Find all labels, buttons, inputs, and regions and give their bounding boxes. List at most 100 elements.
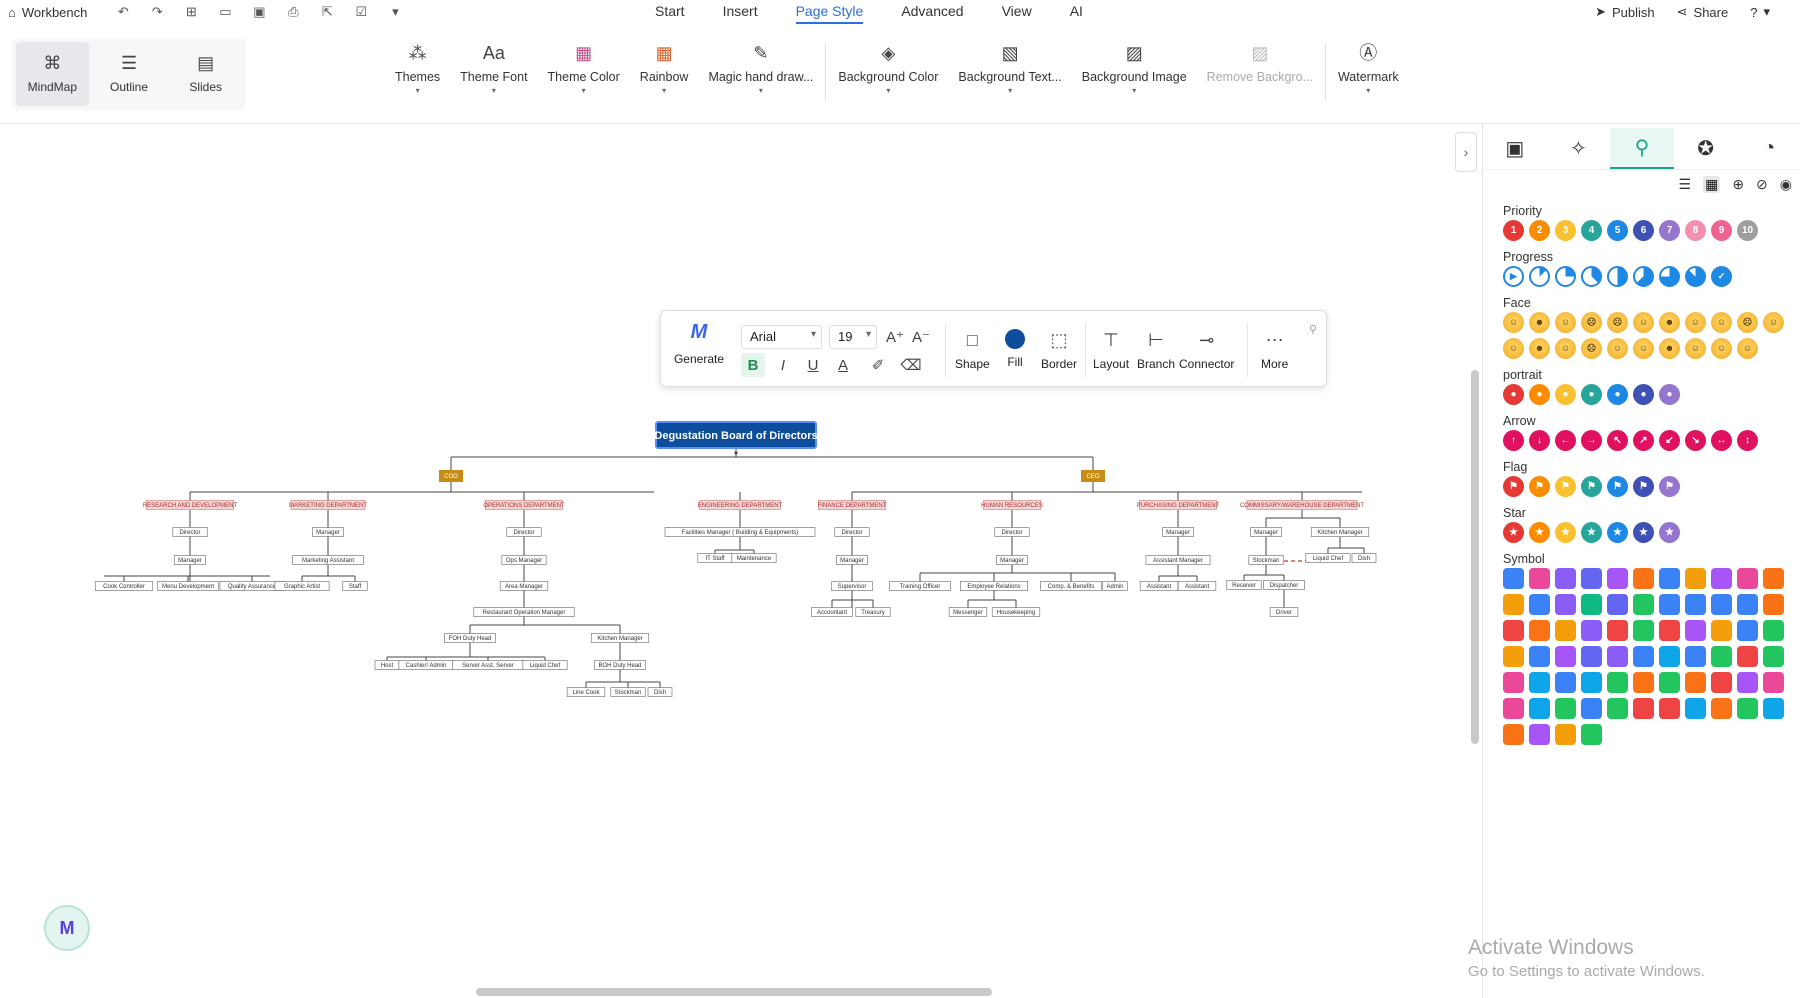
progress-mark-icon[interactable]: [1659, 266, 1680, 287]
horizontal-scrollbar[interactable]: [476, 988, 992, 996]
org-node-com-receiver[interactable]: Receiver: [1226, 580, 1262, 590]
priority-mark-icon[interactable]: 9: [1711, 220, 1732, 241]
org-node-pur-manager[interactable]: Manager: [1162, 527, 1194, 537]
symbol-mark-icon[interactable]: [1685, 620, 1706, 641]
font-family-select[interactable]: Arial: [741, 325, 822, 349]
flag-mark-icon[interactable]: ⚑: [1607, 476, 1628, 497]
redo-icon[interactable]: ↷: [145, 2, 169, 22]
menu-ai[interactable]: AI: [1070, 0, 1083, 24]
symbol-mark-icon[interactable]: [1607, 568, 1628, 589]
symbol-mark-icon[interactable]: [1633, 620, 1654, 641]
border-button[interactable]: ⬚ Border: [1041, 329, 1077, 371]
list-view-icon[interactable]: ☰: [1679, 176, 1692, 193]
face-mark-icon[interactable]: ☹: [1737, 312, 1758, 333]
org-node-eng-it[interactable]: IT Staff: [697, 553, 733, 563]
symbol-mark-icon[interactable]: [1711, 594, 1732, 615]
org-node-fin-acc[interactable]: Accountant: [811, 607, 853, 617]
org-node-ops-b2[interactable]: Stockman: [610, 687, 646, 697]
org-node-ops-f4[interactable]: Liquid Chef: [522, 660, 568, 670]
face-mark-icon[interactable]: ☺: [1555, 312, 1576, 333]
org-node-hr-c3[interactable]: Comp. & Benefits: [1040, 581, 1102, 591]
face-mark-icon[interactable]: ☻: [1659, 338, 1680, 359]
org-node-com-dispatcher[interactable]: Dispatcher: [1263, 580, 1305, 590]
increase-font-icon[interactable]: A⁺: [883, 325, 907, 349]
org-node-hr-m2[interactable]: Housekeeping: [991, 607, 1041, 617]
symbol-mark-icon[interactable]: [1763, 698, 1784, 719]
tab-marks[interactable]: ⚲: [1610, 128, 1674, 169]
undo-icon[interactable]: ↶: [111, 2, 135, 22]
symbol-mark-icon[interactable]: [1633, 646, 1654, 667]
dept-node-operations[interactable]: OPERATIONS DEPARTMENT: [483, 500, 565, 510]
symbol-mark-icon[interactable]: [1685, 646, 1706, 667]
portrait-mark-icon[interactable]: ●: [1633, 384, 1654, 405]
priority-mark-icon[interactable]: 1: [1503, 220, 1524, 241]
org-node-com-kitchen[interactable]: Kitchen Manager: [1310, 527, 1370, 537]
symbol-mark-icon[interactable]: [1607, 594, 1628, 615]
org-node-com-manager[interactable]: Manager: [1250, 527, 1282, 537]
export-icon[interactable]: ⇱: [315, 2, 339, 22]
grid-view-icon[interactable]: ▦: [1703, 176, 1721, 193]
arrow-mark-icon[interactable]: ↔: [1711, 430, 1732, 451]
workbench-button[interactable]: ⌂ Workbench: [8, 5, 101, 20]
arrow-mark-icon[interactable]: ↗: [1633, 430, 1654, 451]
theme-color-button[interactable]: ▦ Theme Color ▾: [538, 40, 630, 95]
progress-mark-icon[interactable]: ✓: [1711, 266, 1732, 287]
open-folder-icon[interactable]: ▭: [213, 2, 237, 22]
underline-button[interactable]: U: [801, 353, 825, 377]
face-mark-icon[interactable]: ☹: [1607, 312, 1628, 333]
face-mark-icon[interactable]: ☺: [1503, 338, 1524, 359]
remove-background-button[interactable]: ▨ Remove Backgro...: [1197, 40, 1323, 84]
star-mark-icon[interactable]: ★: [1503, 522, 1524, 543]
italic-button[interactable]: I: [771, 353, 795, 377]
org-node-hr-m1[interactable]: Messenger: [948, 607, 988, 617]
face-mark-icon[interactable]: ☻: [1659, 312, 1680, 333]
priority-mark-icon[interactable]: 5: [1607, 220, 1628, 241]
symbol-mark-icon[interactable]: [1685, 568, 1706, 589]
portrait-mark-icon[interactable]: ●: [1659, 384, 1680, 405]
org-node-fin-sup[interactable]: Supervisor: [831, 581, 873, 591]
progress-mark-icon[interactable]: [1581, 266, 1602, 287]
symbol-mark-icon[interactable]: [1555, 568, 1576, 589]
org-node-ops-f1[interactable]: Host: [374, 660, 400, 670]
dept-node-commissary[interactable]: COMMISSARY/WAREHOUSE DEPARTMENT: [1240, 500, 1364, 510]
symbol-mark-icon[interactable]: [1503, 646, 1524, 667]
symbol-mark-icon[interactable]: [1555, 620, 1576, 641]
symbol-mark-icon[interactable]: [1581, 620, 1602, 641]
dept-node-hr[interactable]: HUMAN RESOURCES: [981, 500, 1043, 510]
symbol-mark-icon[interactable]: [1555, 672, 1576, 693]
symbol-mark-icon[interactable]: [1581, 594, 1602, 615]
more-button[interactable]: ⋯ More: [1261, 329, 1288, 371]
org-node-pur-asst-mgr[interactable]: Assistant Manager: [1145, 555, 1211, 565]
portrait-mark-icon[interactable]: ●: [1581, 384, 1602, 405]
org-node-hr-c1[interactable]: Training Officer: [889, 581, 951, 591]
org-node-mkt-manager[interactable]: Manager: [312, 527, 344, 537]
org-node-ops-mgr[interactable]: Ops Manager: [501, 555, 547, 565]
org-node-ops-area[interactable]: Area Manager: [499, 581, 549, 591]
symbol-mark-icon[interactable]: [1763, 620, 1784, 641]
face-mark-icon[interactable]: ☺: [1607, 338, 1628, 359]
org-node-rnd-c3[interactable]: Quality Assurance: [219, 581, 285, 591]
symbol-mark-icon[interactable]: [1737, 594, 1758, 615]
star-mark-icon[interactable]: ★: [1555, 522, 1576, 543]
outline-mode-button[interactable]: ☰ Outline: [93, 42, 166, 106]
progress-mark-icon[interactable]: [1685, 266, 1706, 287]
save-icon[interactable]: ▣: [247, 2, 271, 22]
star-mark-icon[interactable]: ★: [1581, 522, 1602, 543]
portrait-mark-icon[interactable]: ●: [1607, 384, 1628, 405]
org-node-hr-c4[interactable]: Admin: [1102, 581, 1128, 591]
org-node-ops-b3[interactable]: Dish: [647, 687, 673, 697]
tab-history[interactable]: ◔: [1737, 128, 1800, 169]
menu-insert[interactable]: Insert: [723, 0, 758, 24]
vertical-scrollbar[interactable]: [1471, 370, 1479, 744]
rainbow-button[interactable]: ▦ Rainbow ▾: [630, 40, 699, 95]
org-node-eng-mt[interactable]: Maintenance: [731, 553, 777, 563]
org-node-rnd-c1[interactable]: Cook Controller: [94, 581, 154, 591]
symbol-mark-icon[interactable]: [1711, 620, 1732, 641]
org-node-ops-director[interactable]: Director: [506, 527, 542, 537]
menu-advanced[interactable]: Advanced: [901, 0, 963, 24]
face-mark-icon[interactable]: ☹: [1581, 312, 1602, 333]
priority-mark-icon[interactable]: 2: [1529, 220, 1550, 241]
collapse-panel-button[interactable]: ›: [1455, 132, 1477, 172]
org-node-fin-tre[interactable]: Treasury: [855, 607, 891, 617]
face-mark-icon[interactable]: ☺: [1711, 338, 1732, 359]
